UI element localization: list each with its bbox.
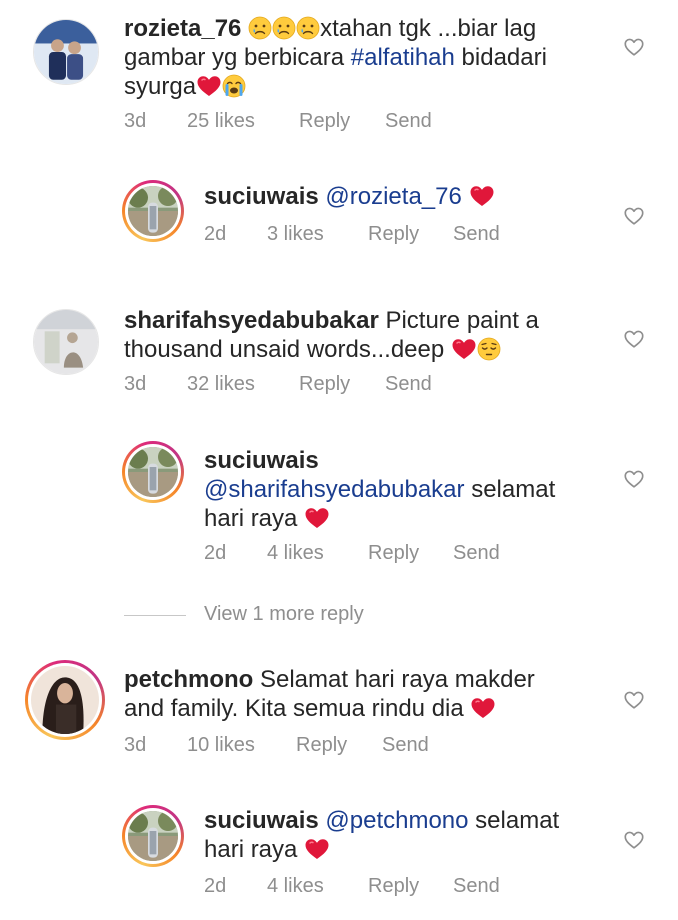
comment-likes[interactable]: 32 likes	[187, 373, 255, 396]
comment-text: bidadari	[454, 44, 547, 71]
red-heart-icon	[304, 837, 330, 861]
sad-face-icon	[272, 16, 296, 40]
sad-face-icon	[296, 16, 320, 40]
send-button[interactable]: Send	[385, 110, 432, 133]
sad-face-icon	[248, 16, 272, 40]
reply-button[interactable]: Reply	[368, 223, 419, 246]
pensive-face-icon	[477, 337, 501, 361]
avatar[interactable]	[33, 19, 99, 85]
comment-body: suciuwais @rozieta_76	[204, 182, 604, 211]
comment-body: suciuwais @petchmono selamat hari raya	[204, 806, 604, 864]
comment-text: Picture paint a	[378, 307, 539, 334]
mention-link[interactable]: @sharifahsyedabubakar	[204, 476, 465, 503]
send-button[interactable]: Send	[385, 373, 432, 396]
comment-text: and family. Kita semua rindu dia	[124, 695, 471, 722]
mention-link[interactable]: @rozieta_76	[325, 183, 461, 210]
comment-text: gambar yg berbicara	[124, 44, 351, 71]
comment-time: 2d	[204, 875, 227, 897]
comment-body: petchmono Selamat hari raya makder and f…	[124, 665, 594, 723]
like-heart-icon[interactable]	[623, 468, 645, 490]
comment-time: 2d	[204, 223, 227, 245]
comment-text: hari raya	[204, 505, 305, 532]
reply-button[interactable]: Reply	[296, 734, 347, 757]
hashtag-link[interactable]: #alfatihah	[351, 44, 455, 71]
avatar[interactable]	[122, 805, 184, 867]
divider-line	[124, 615, 186, 616]
comment-text: xtahan tgk ...biar lag	[320, 15, 537, 42]
send-button[interactable]: Send	[453, 875, 500, 898]
comment-likes[interactable]: 10 likes	[187, 734, 255, 757]
red-heart-icon	[451, 337, 477, 361]
comment-text: selamat	[464, 476, 556, 503]
like-heart-icon[interactable]	[623, 689, 645, 711]
comment-username[interactable]: suciuwais	[204, 183, 319, 210]
comment-text: syurga	[124, 73, 197, 100]
comment-username[interactable]: suciuwais	[204, 807, 319, 834]
red-heart-icon	[196, 74, 222, 98]
reply-button[interactable]: Reply	[299, 110, 350, 133]
red-heart-icon	[304, 506, 330, 530]
mention-link[interactable]: @petchmono	[325, 807, 468, 834]
comment-username[interactable]: rozieta_76	[124, 15, 241, 42]
comment-text: Selamat hari raya makder	[253, 666, 535, 693]
reply-button[interactable]: Reply	[368, 542, 419, 565]
red-heart-icon	[470, 696, 496, 720]
avatar[interactable]	[122, 180, 184, 242]
comment-username[interactable]: sharifahsyedabubakar	[124, 307, 379, 334]
comment-body: sharifahsyedabubakar Picture paint a tho…	[124, 306, 594, 364]
send-button[interactable]: Send	[453, 542, 500, 565]
reply-button[interactable]: Reply	[299, 373, 350, 396]
comment-text: thousand unsaid words...deep	[124, 336, 451, 363]
comment-likes[interactable]: 3 likes	[267, 223, 324, 246]
comment-time: 3d	[124, 110, 147, 132]
view-more-replies-label[interactable]: View 1 more reply	[204, 603, 364, 626]
like-heart-icon[interactable]	[623, 829, 645, 851]
reply-button[interactable]: Reply	[368, 875, 419, 898]
avatar[interactable]	[25, 660, 105, 740]
comment-body: rozieta_76 xtahan tgk ...biar lag gambar…	[124, 14, 594, 101]
crying-face-icon	[222, 74, 246, 98]
comment-username[interactable]: suciuwais	[204, 447, 319, 474]
avatar[interactable]	[122, 441, 184, 503]
send-button[interactable]: Send	[382, 734, 429, 757]
comment-text: selamat	[468, 807, 560, 834]
comment-time: 3d	[124, 373, 147, 395]
comment-username[interactable]: petchmono	[124, 666, 253, 693]
like-heart-icon[interactable]	[623, 328, 645, 350]
like-heart-icon[interactable]	[623, 205, 645, 227]
like-heart-icon[interactable]	[623, 36, 645, 58]
comment-likes[interactable]: 4 likes	[267, 875, 324, 898]
comment-text: hari raya	[204, 836, 305, 863]
comment-time: 2d	[204, 542, 227, 564]
comment-likes[interactable]: 4 likes	[267, 542, 324, 565]
send-button[interactable]: Send	[453, 223, 500, 246]
comment-time: 3d	[124, 734, 147, 756]
comment-body: suciuwais @sharifahsyedabubakar selamat …	[204, 446, 604, 533]
comment-likes[interactable]: 25 likes	[187, 110, 255, 133]
avatar[interactable]	[33, 309, 99, 375]
red-heart-icon	[469, 184, 495, 208]
